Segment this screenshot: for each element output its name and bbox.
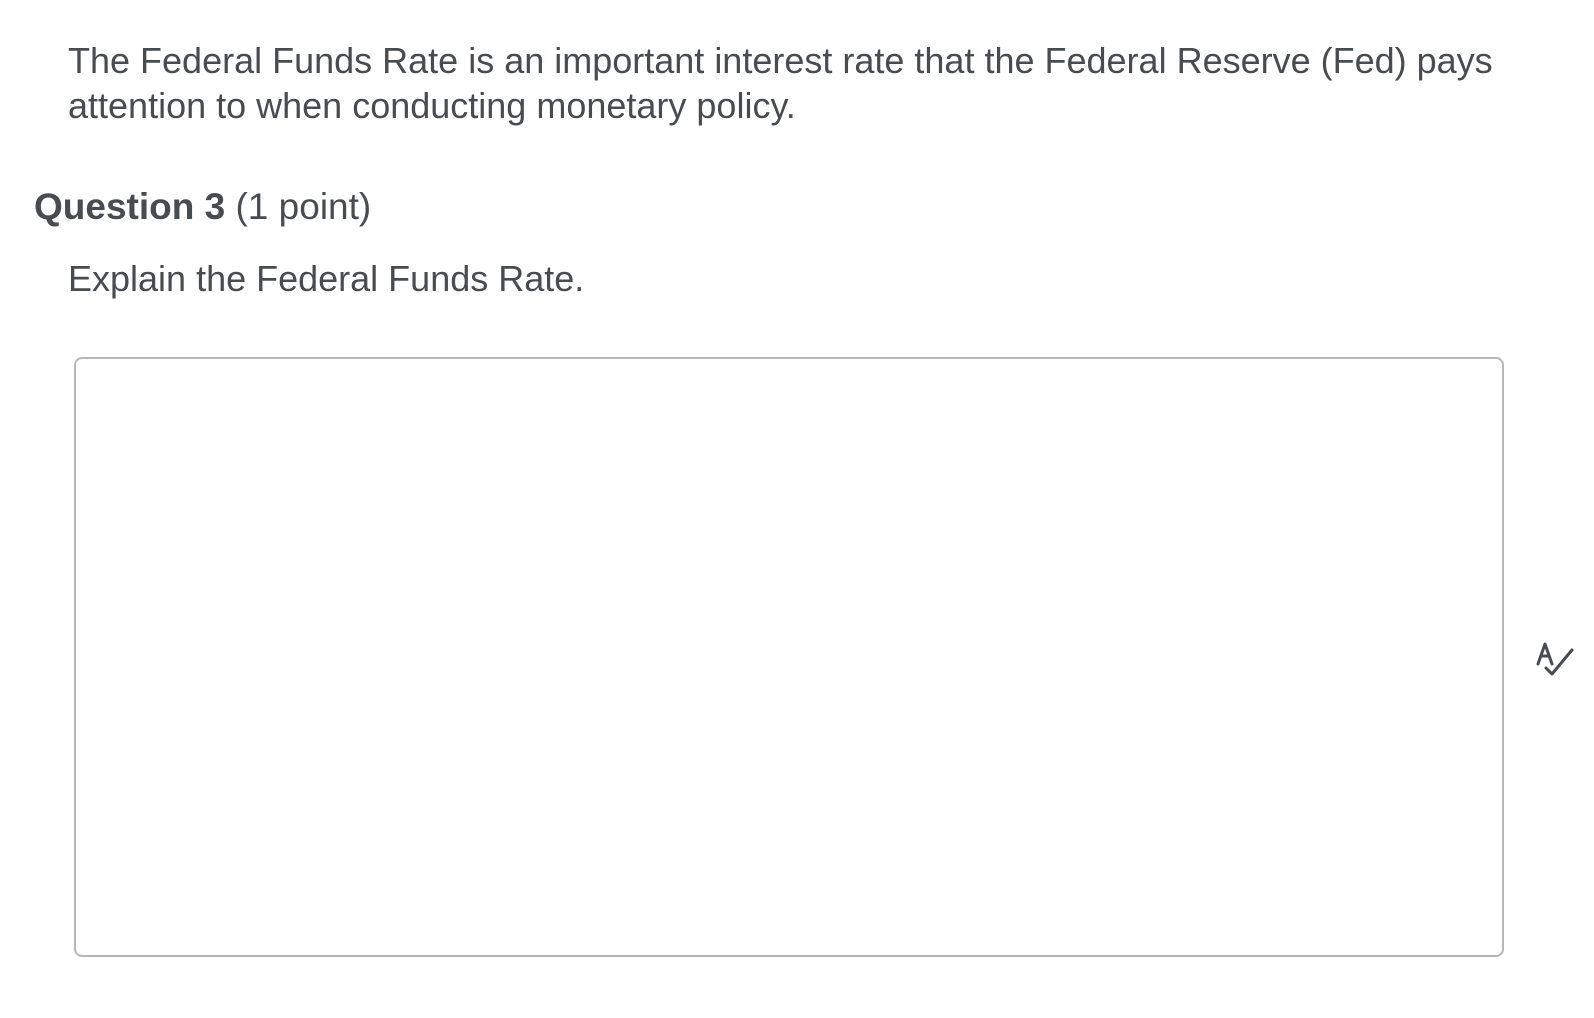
question-points: (1 point) xyxy=(225,186,372,227)
answer-textarea[interactable] xyxy=(74,357,1504,957)
spellcheck-icon-graphic xyxy=(1536,642,1574,676)
spellcheck-icon[interactable] xyxy=(1534,638,1574,678)
question-prompt: Explain the Federal Funds Rate. xyxy=(68,258,585,299)
intro-text: The Federal Funds Rate is an important i… xyxy=(68,40,1493,126)
question-heading: Question 3 (1 point) xyxy=(34,184,371,230)
question-title: Question 3 xyxy=(34,186,226,227)
